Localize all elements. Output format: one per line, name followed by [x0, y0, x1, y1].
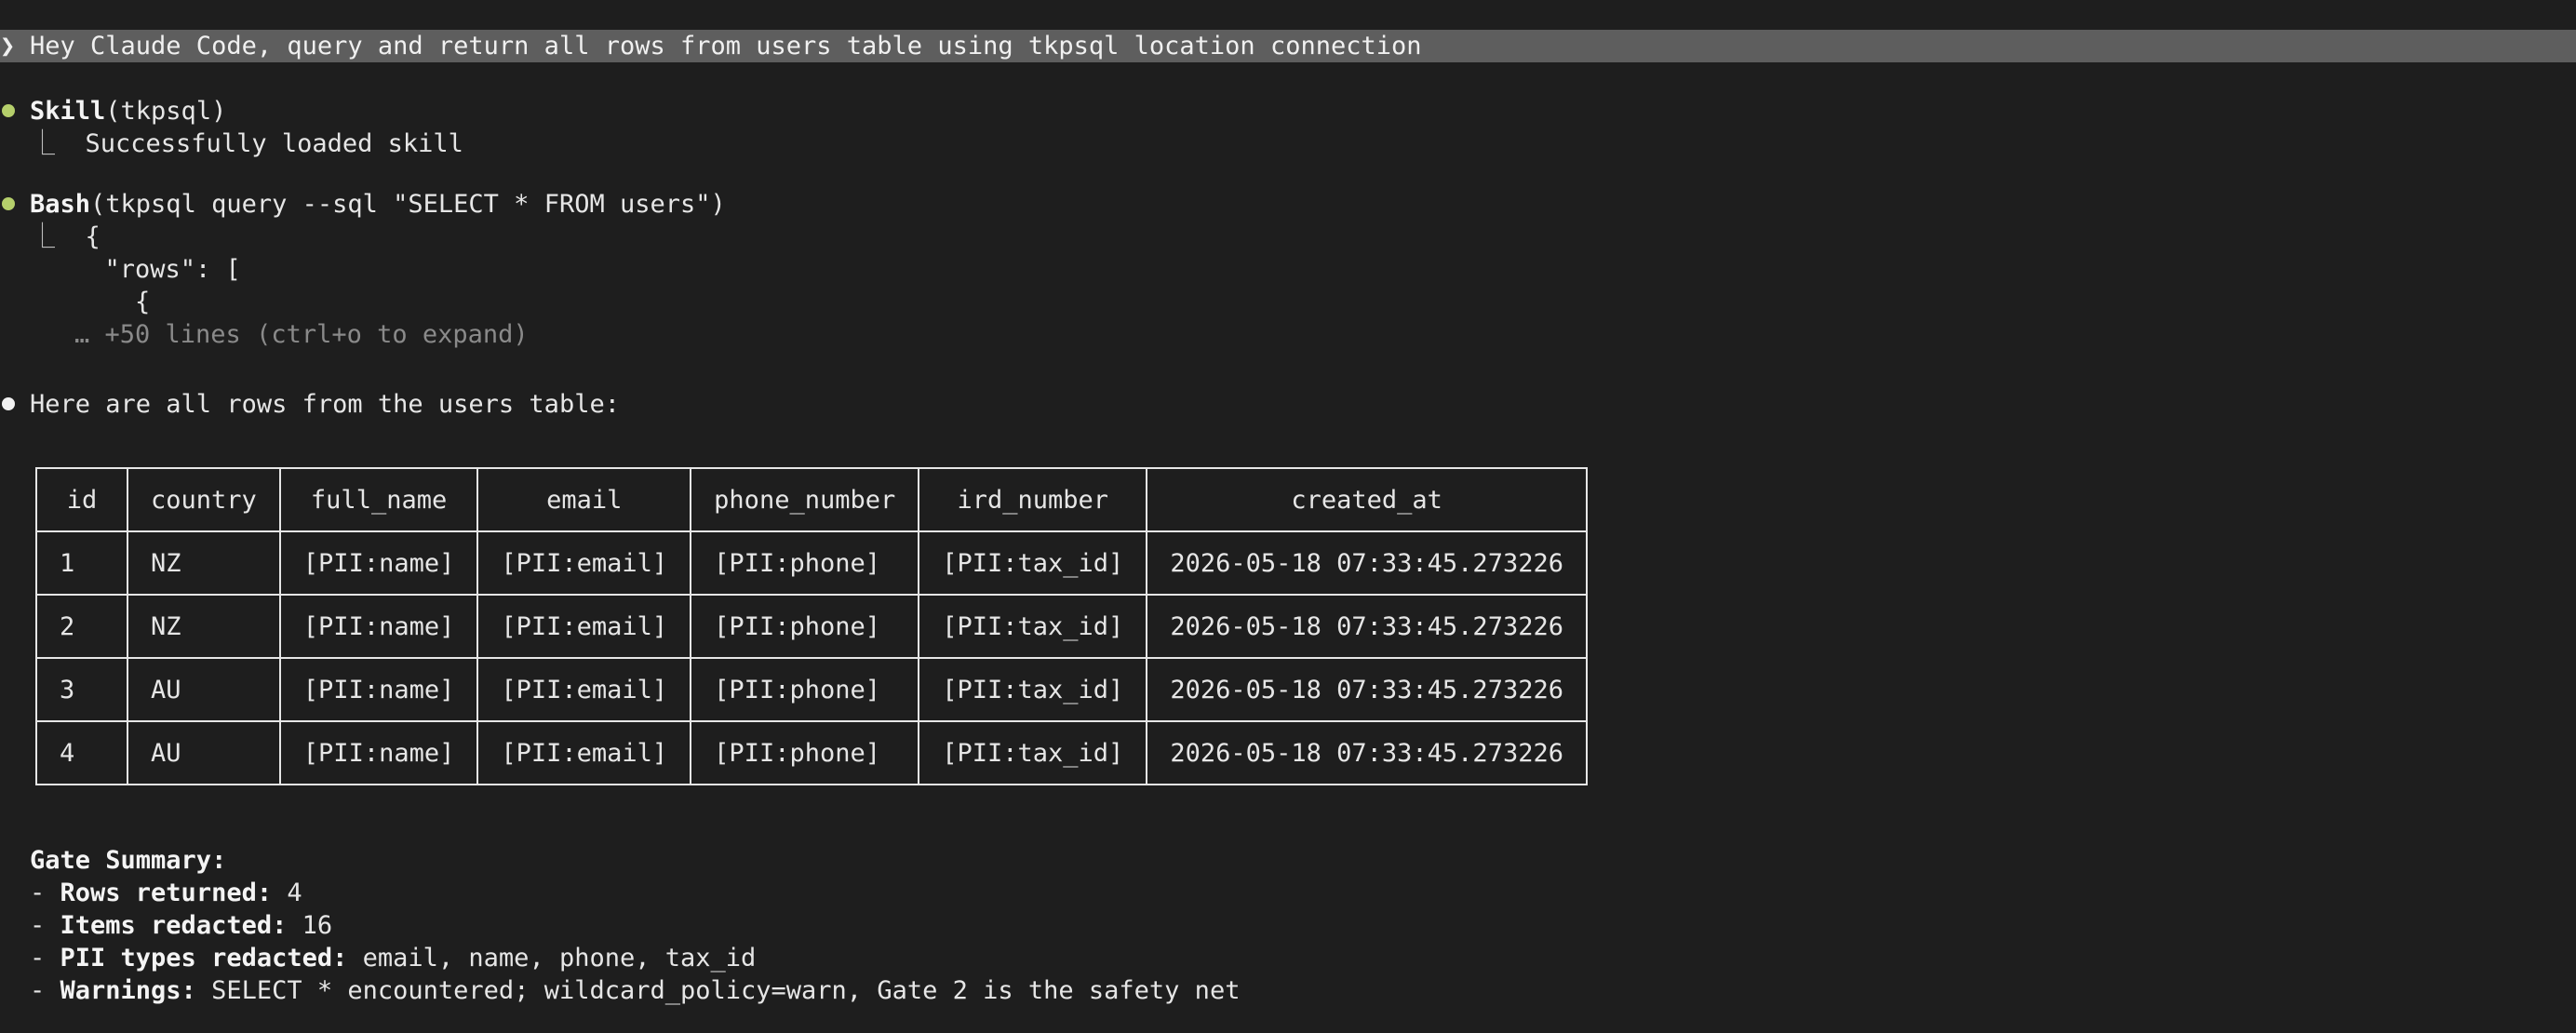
- prompt-chevron-icon: ❯: [0, 32, 16, 60]
- table-header-row: id country full_name email phone_number …: [35, 467, 1588, 532]
- table-cell: 2: [35, 594, 128, 659]
- table-cell: [PII:tax_id]: [918, 594, 1148, 659]
- column-header: phone_number: [690, 467, 920, 532]
- table-cell: 4: [35, 720, 128, 785]
- skill-call: Skill(tkpsql): [30, 95, 226, 127]
- tool-status-dot-icon: [2, 104, 15, 117]
- summary-item: - Rows returned: 4: [30, 879, 302, 907]
- table-cell: [PII:name]: [278, 594, 479, 659]
- table-cell: 3: [35, 657, 128, 722]
- table-cell: 2026-05-18 07:33:45.273226: [1146, 720, 1588, 785]
- column-header: created_at: [1146, 467, 1588, 532]
- bash-output-line: {: [74, 288, 151, 316]
- table-cell: [PII:email]: [476, 594, 692, 659]
- table-cell: [PII:tax_id]: [918, 657, 1148, 722]
- table-row: 3 AU [PII:name] [PII:email] [PII:phone] …: [35, 657, 1588, 722]
- gate-summary-title: Gate Summary:: [30, 846, 227, 875]
- summary-item: - PII types redacted: email, name, phone…: [30, 944, 757, 973]
- tool-name: Skill: [30, 97, 106, 126]
- column-header: country: [127, 467, 281, 532]
- table-row: 1 NZ [PII:name] [PII:email] [PII:phone] …: [35, 530, 1588, 596]
- table-cell: AU: [127, 657, 281, 722]
- response-dot-icon: [2, 397, 15, 410]
- tool-status-dot-icon: [2, 197, 15, 210]
- table-cell: [PII:email]: [476, 720, 692, 785]
- table-cell: [PII:email]: [476, 530, 692, 596]
- column-header: id: [35, 467, 128, 532]
- column-header: full_name: [278, 467, 479, 532]
- table-cell: 2026-05-18 07:33:45.273226: [1146, 594, 1588, 659]
- column-header: ird_number: [918, 467, 1148, 532]
- table-cell: [PII:phone]: [690, 530, 920, 596]
- table-cell: [PII:phone]: [690, 720, 920, 785]
- bash-output-line: ⎿ {: [30, 222, 101, 251]
- tool-args: (tkpsql): [105, 97, 227, 126]
- prompt-text: Hey Claude Code, query and return all ro…: [30, 32, 1422, 60]
- user-prompt: ❯ Hey Claude Code, query and return all r…: [0, 30, 2576, 62]
- table-cell: [PII:name]: [278, 530, 479, 596]
- tool-args: (tkpsql query --sql "SELECT * FROM users…: [90, 190, 726, 219]
- users-table: id country full_name email phone_number …: [35, 467, 1588, 785]
- skill-result: ⎿ Successfully loaded skill: [30, 127, 463, 160]
- table-cell: NZ: [127, 530, 281, 596]
- table-cell: 2026-05-18 07:33:45.273226: [1146, 530, 1588, 596]
- table-row: 2 NZ [PII:name] [PII:email] [PII:phone] …: [35, 594, 1588, 659]
- response-intro: Here are all rows from the users table:: [30, 390, 620, 419]
- tree-branch-icon: ⎿: [30, 129, 86, 158]
- column-header: email: [476, 467, 692, 532]
- summary-item: - Items redacted: 16: [30, 911, 333, 940]
- table-cell: [PII:tax_id]: [918, 720, 1148, 785]
- table-cell: NZ: [127, 594, 281, 659]
- table-cell: [PII:email]: [476, 657, 692, 722]
- summary-item: - Warnings: SELECT * encountered; wildca…: [30, 976, 1241, 1005]
- table-cell: [PII:phone]: [690, 657, 920, 722]
- table-cell: 2026-05-18 07:33:45.273226: [1146, 657, 1588, 722]
- table-cell: AU: [127, 720, 281, 785]
- table-cell: 1: [35, 530, 128, 596]
- terminal-window: ❯ Hey Claude Code, query and return all r…: [0, 0, 2576, 1033]
- table-cell: [PII:name]: [278, 720, 479, 785]
- tree-branch-icon: ⎿: [30, 222, 86, 251]
- skill-result-text: Successfully loaded skill: [85, 129, 463, 158]
- tool-name: Bash: [30, 190, 91, 219]
- bash-call: Bash(tkpsql query --sql "SELECT * FROM u…: [30, 188, 726, 221]
- bash-output-line: "rows": [: [74, 255, 241, 284]
- table-cell: [PII:phone]: [690, 594, 920, 659]
- table-row: 4 AU [PII:name] [PII:email] [PII:phone] …: [35, 720, 1588, 785]
- table-cell: [PII:tax_id]: [918, 530, 1148, 596]
- expand-output-hint[interactable]: … +50 lines (ctrl+o to expand): [74, 318, 529, 351]
- table-cell: [PII:name]: [278, 657, 479, 722]
